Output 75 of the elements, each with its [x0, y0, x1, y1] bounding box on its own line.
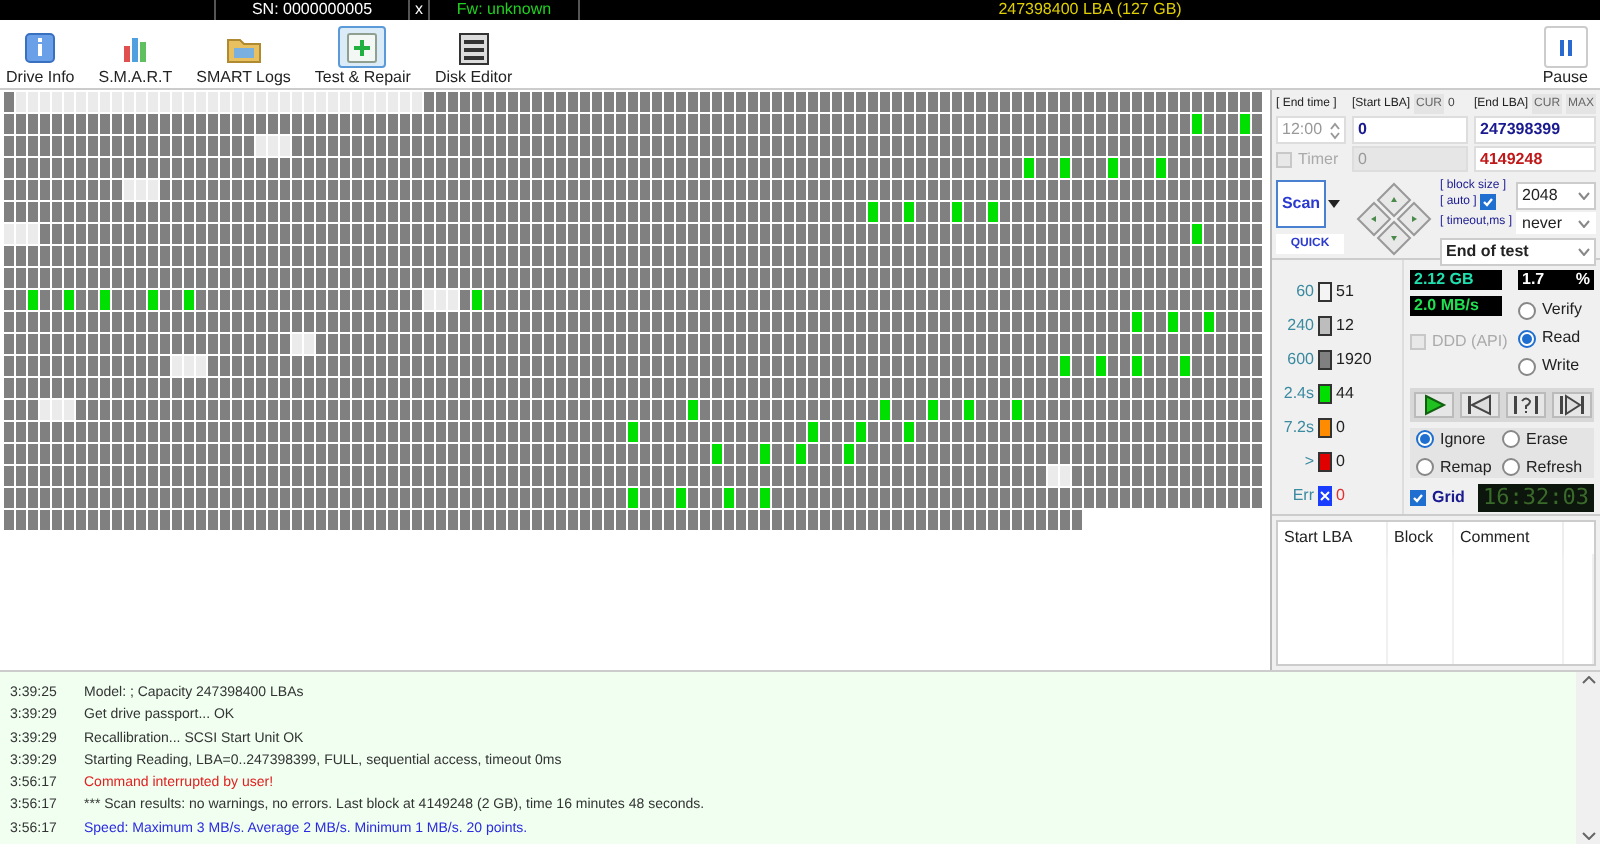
action-label: Ignore: [1440, 427, 1486, 451]
legend-count: 0: [1336, 415, 1345, 439]
capacity-label: 247398400 LBA (127 GB): [996, 0, 1184, 20]
document-icon: [453, 29, 494, 65]
pause-label: Pause: [1542, 68, 1588, 88]
start-lba-field[interactable]: 0: [1352, 116, 1468, 144]
radio-button[interactable]: [1518, 301, 1536, 319]
mode-label: Write: [1542, 354, 1580, 378]
legend-label: 60: [1294, 279, 1314, 303]
speed-display: 2.0 MB/s: [1410, 296, 1502, 316]
info-icon: [20, 29, 61, 65]
action-label: Erase: [1526, 427, 1568, 451]
radio-button[interactable]: [1518, 329, 1536, 347]
processed-display: 2.12 GB: [1410, 270, 1502, 290]
skip-button[interactable]: [1505, 392, 1545, 418]
legend-count: 51: [1336, 279, 1354, 303]
legend-label: Err: [1290, 483, 1314, 507]
back-button[interactable]: [1459, 392, 1499, 418]
radio-button[interactable]: [1502, 458, 1520, 476]
timer-label: Timer: [1298, 147, 1339, 171]
legend-count: 12: [1336, 313, 1354, 337]
mode-label: Verify: [1542, 298, 1583, 322]
column-header[interactable]: Block: [1388, 522, 1454, 554]
end-button[interactable]: [1551, 392, 1591, 418]
legend-count: 0: [1336, 449, 1345, 473]
pause-icon: [1555, 37, 1576, 57]
column-header[interactable]: Start LBA: [1278, 522, 1388, 554]
toolbar-label[interactable]: Drive Info: [6, 68, 75, 88]
checkbox[interactable]: [1480, 194, 1497, 210]
legend-label: 600: [1285, 347, 1314, 371]
play-icon: [1419, 394, 1447, 416]
skip-icon: [1511, 394, 1539, 416]
ddd-label: DDD (API): [1432, 330, 1508, 354]
pause-button[interactable]: [1543, 26, 1588, 68]
timeout-select[interactable]: never: [1516, 212, 1596, 234]
legend-label: >: [1302, 449, 1314, 473]
checkbox[interactable]: [1410, 490, 1426, 506]
clock-display: 16:32:03: [1478, 484, 1594, 512]
skip-to-end-icon: [1557, 394, 1585, 416]
toolbar-label[interactable]: Disk Editor: [434, 68, 513, 88]
legend-count: 0: [1336, 483, 1345, 507]
radio-button[interactable]: [1416, 458, 1434, 476]
legend-count: 44: [1336, 381, 1354, 405]
end-action-select[interactable]: End of test: [1440, 238, 1596, 266]
timer-field: 0: [1352, 146, 1468, 172]
scan-button[interactable]: Scan: [1276, 180, 1326, 228]
scrollbar[interactable]: [1576, 672, 1600, 844]
chevron-icon: [1578, 191, 1590, 199]
column-header[interactable]: Comment: [1454, 522, 1564, 554]
legend-count: 1920: [1336, 347, 1372, 371]
chevron-icon: [1578, 219, 1590, 227]
toolbar-label[interactable]: Test & Repair: [314, 68, 411, 88]
reverse-icon: [1465, 394, 1493, 416]
legend-label: 7.2s: [1281, 415, 1314, 439]
radio-button[interactable]: [1416, 430, 1434, 448]
radio-button[interactable]: [1518, 357, 1536, 375]
spinner-icon: [1330, 121, 1340, 139]
action-label: Refresh: [1526, 455, 1583, 479]
mode-label: Read: [1542, 326, 1581, 350]
legend-label: 2.4s: [1281, 381, 1314, 405]
direction-pad[interactable]: [1354, 182, 1434, 256]
plus-icon: [342, 29, 383, 65]
end-lba-field[interactable]: 247398399: [1474, 116, 1596, 144]
play-button[interactable]: [1413, 392, 1453, 418]
percent-display: 1.7 %: [1518, 270, 1594, 290]
grid-label: Grid: [1432, 486, 1465, 510]
chevron-icon: [1578, 248, 1590, 256]
legend-label: 240: [1285, 313, 1314, 337]
caret-icon: [1328, 200, 1340, 208]
toolbar-label[interactable]: SMART Logs: [196, 68, 291, 88]
action-label: Remap: [1440, 455, 1492, 479]
radio-button[interactable]: [1502, 430, 1520, 448]
block-size-select[interactable]: 2048: [1516, 181, 1596, 209]
toolbar-label[interactable]: S.M.A.R.T: [98, 68, 173, 88]
current-lba-field: 4149248: [1474, 146, 1596, 172]
